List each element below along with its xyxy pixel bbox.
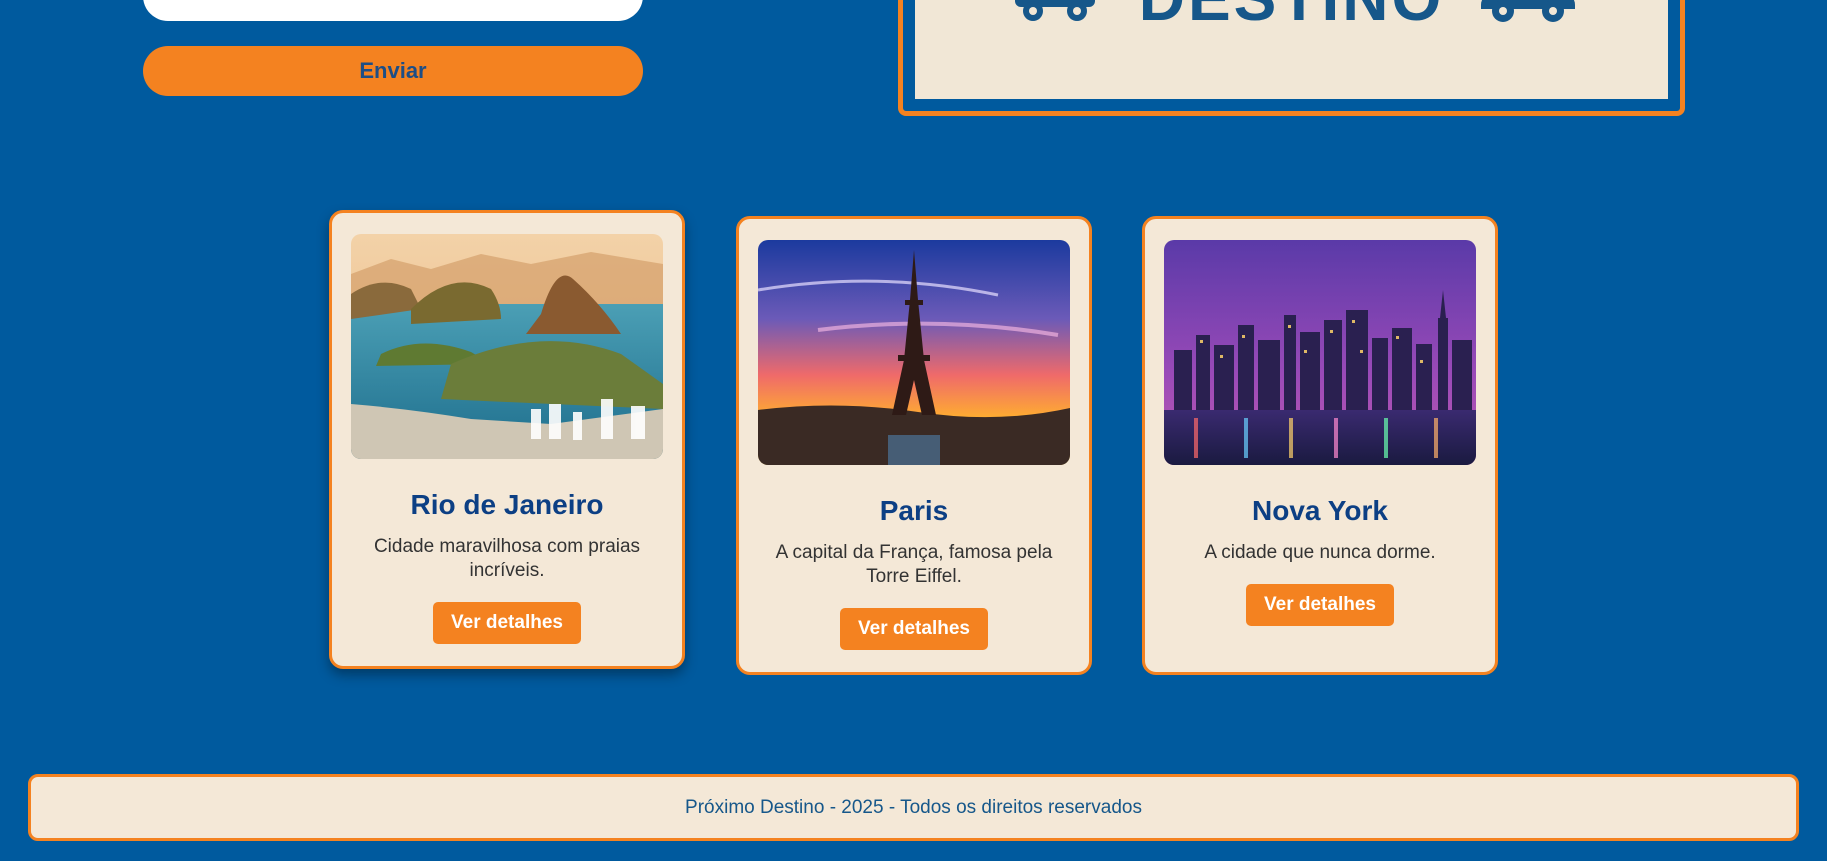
card-title: Nova York <box>1252 495 1388 526</box>
card-description: A cidade que nunca dorme. <box>1204 542 1436 563</box>
paris-image <box>758 240 1070 465</box>
submit-button[interactable]: Enviar <box>143 46 643 96</box>
destination-card-new-york: Nova York A cidade que nunca dorme. Ver … <box>1142 216 1498 675</box>
footer-text: Próximo Destino - 2025 - Todos os direit… <box>685 796 1142 818</box>
car-icon <box>1479 0 1577 32</box>
page-footer: Próximo Destino - 2025 - Todos os direit… <box>28 774 1799 841</box>
logo-panel: DESTINO <box>915 0 1668 99</box>
view-details-button[interactable]: Ver detalhes <box>840 608 988 650</box>
new-york-image <box>1164 240 1476 465</box>
logo-banner: DESTINO <box>898 0 1685 116</box>
page: Enviar DESTINO <box>0 0 1827 861</box>
card-description: Cidade maravilhosa com praias incríveis. <box>373 536 641 581</box>
destination-card-paris: Paris A capital da França, famosa pela T… <box>736 216 1092 675</box>
card-title: Rio de Janeiro <box>410 489 604 520</box>
form-text-input[interactable] <box>143 0 643 21</box>
view-details-button[interactable]: Ver detalhes <box>433 602 581 644</box>
destination-card-rio: Rio de Janeiro Cidade maravilhosa com pr… <box>329 210 685 669</box>
view-details-button[interactable]: Ver detalhes <box>1246 584 1394 626</box>
rio-de-janeiro-image <box>351 234 663 459</box>
card-title: Paris <box>879 495 949 526</box>
card-description: A capital da França, famosa pela Torre E… <box>775 542 1053 587</box>
